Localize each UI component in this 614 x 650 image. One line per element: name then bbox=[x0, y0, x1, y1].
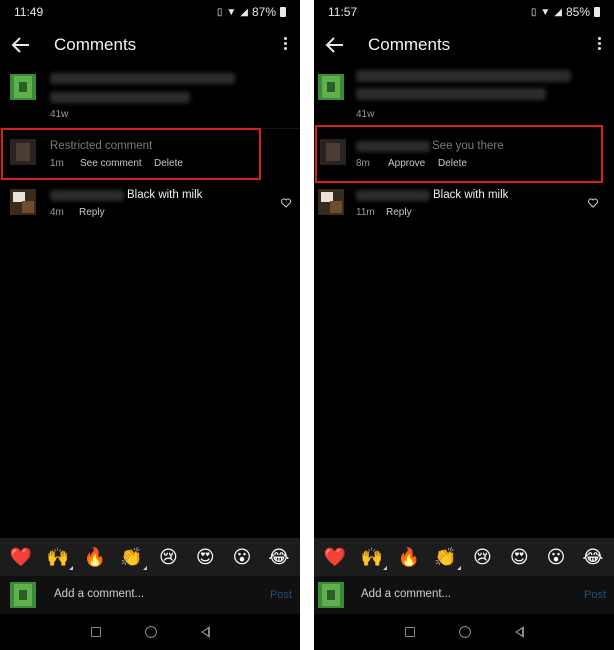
blurred-username bbox=[356, 190, 430, 201]
blurred-text bbox=[50, 92, 190, 103]
delete-button[interactable]: Delete bbox=[438, 158, 467, 169]
phone-screen-right: 11:57 ▯ ▼ ◢ 85% Comments 41w See you the… bbox=[314, 0, 614, 650]
status-icons: ▯ ▼ ◢ 85% bbox=[531, 5, 600, 19]
comment-age: 4m bbox=[50, 207, 64, 218]
blurred-text bbox=[356, 70, 571, 82]
nav-back-icon[interactable] bbox=[200, 626, 210, 638]
emoji-raised-hands[interactable]: 🙌 bbox=[43, 547, 73, 570]
post-button[interactable]: Post bbox=[270, 589, 292, 601]
emoji-clap[interactable]: 👏 bbox=[431, 547, 461, 570]
nav-back-icon[interactable] bbox=[514, 626, 524, 638]
comment-age: 8m bbox=[356, 158, 370, 169]
emoji-surprised[interactable]: 😮 bbox=[541, 548, 571, 566]
blurred-username bbox=[50, 190, 124, 201]
header: Comments bbox=[0, 30, 300, 60]
emoji-heart-eyes[interactable]: 😍 bbox=[190, 548, 220, 566]
emoji-glyph: 🙌 bbox=[46, 547, 70, 567]
home-icon[interactable] bbox=[144, 626, 157, 638]
emoji-heart[interactable]: ❤️ bbox=[6, 548, 36, 566]
avatar[interactable] bbox=[10, 189, 36, 215]
status-time: 11:57 bbox=[328, 5, 358, 19]
blurred-text bbox=[356, 88, 546, 100]
emoji-glyph: 👏 bbox=[120, 547, 143, 567]
approve-button[interactable]: Approve bbox=[388, 158, 425, 169]
comment-composer: Add a comment... Post bbox=[0, 576, 300, 614]
comment-age: 1m bbox=[50, 158, 64, 169]
avatar[interactable] bbox=[318, 189, 344, 215]
comment-composer: Add a comment... Post bbox=[314, 576, 614, 614]
emoji-fire[interactable]: 🔥 bbox=[394, 548, 424, 566]
header: Comments bbox=[314, 30, 614, 60]
emoji-fire[interactable]: 🔥 bbox=[80, 548, 110, 566]
status-icons: ▯ ▼ ◢ 87% bbox=[217, 5, 286, 19]
highlight-box bbox=[1, 128, 261, 180]
page-title: Comments bbox=[368, 35, 451, 54]
heart-icon[interactable] bbox=[281, 198, 291, 208]
recents-icon[interactable] bbox=[90, 627, 101, 637]
vibrate-icon: ▯ bbox=[530, 6, 537, 18]
comment-text: Black with milk bbox=[127, 189, 203, 201]
status-time: 11:49 bbox=[14, 5, 44, 19]
battery-icon bbox=[280, 7, 286, 17]
delete-button[interactable]: Delete bbox=[154, 158, 183, 169]
battery-icon bbox=[594, 7, 600, 17]
avatar[interactable] bbox=[320, 139, 346, 165]
emoji-glyph: 👏 bbox=[434, 547, 457, 567]
post-button[interactable]: Post bbox=[584, 589, 606, 601]
emoji-crying[interactable]: 😢 bbox=[467, 548, 497, 566]
back-arrow-icon[interactable] bbox=[10, 34, 32, 56]
page-title: Comments bbox=[54, 35, 137, 54]
back-arrow-icon[interactable] bbox=[324, 34, 346, 56]
emoji-crying[interactable]: 😢 bbox=[153, 548, 183, 566]
signal-icon: ◢ bbox=[554, 6, 562, 18]
emoji-reaction-bar: ❤️ 🙌 🔥 👏 😢 😍 😮 😂 bbox=[314, 538, 614, 576]
wifi-icon: ▼ bbox=[540, 6, 551, 18]
comment-age: 41w bbox=[50, 109, 69, 120]
phone-screen-left: 11:49 ▯ ▼ ◢ 87% Comments 41w Restricted … bbox=[0, 0, 300, 650]
wifi-icon: ▼ bbox=[226, 6, 237, 18]
heart-icon[interactable] bbox=[588, 198, 598, 208]
home-icon[interactable] bbox=[458, 626, 471, 638]
comment-text: Black with milk bbox=[433, 189, 509, 201]
emoji-surprised[interactable]: 😮 bbox=[227, 548, 257, 566]
emoji-raised-hands[interactable]: 🙌 bbox=[357, 547, 387, 570]
more-options-icon[interactable] bbox=[284, 37, 288, 53]
emoji-clap[interactable]: 👏 bbox=[117, 547, 147, 570]
comment-text: Restricted comment bbox=[50, 140, 153, 152]
comment-age: 41w bbox=[356, 109, 375, 120]
emoji-reaction-bar: ❤️ 🙌 🔥 👏 😢 😍 😮 😂 bbox=[0, 538, 300, 576]
comment-age: 11m bbox=[356, 207, 375, 218]
android-nav-bar bbox=[0, 614, 300, 650]
comment-input[interactable]: Add a comment... bbox=[54, 588, 144, 600]
avatar[interactable] bbox=[318, 74, 344, 100]
avatar[interactable] bbox=[10, 74, 36, 100]
battery-percent: 87% bbox=[251, 5, 276, 19]
emoji-heart[interactable]: ❤️ bbox=[320, 548, 350, 566]
own-avatar bbox=[318, 582, 344, 608]
status-bar: 11:57 ▯ ▼ ◢ 85% bbox=[314, 0, 614, 24]
emoji-laughing[interactable]: 😂 bbox=[264, 548, 294, 566]
more-options-icon[interactable] bbox=[598, 37, 602, 53]
vibrate-icon: ▯ bbox=[216, 6, 223, 18]
emoji-glyph: 🙌 bbox=[360, 547, 384, 567]
signal-icon: ◢ bbox=[240, 6, 248, 18]
comment-input[interactable]: Add a comment... bbox=[361, 588, 451, 600]
blurred-username bbox=[356, 141, 430, 152]
status-bar: 11:49 ▯ ▼ ◢ 87% bbox=[0, 0, 300, 24]
emoji-laughing[interactable]: 😂 bbox=[578, 548, 608, 566]
highlight-box bbox=[315, 125, 603, 183]
android-nav-bar bbox=[314, 614, 614, 650]
reply-button[interactable]: Reply bbox=[79, 207, 105, 218]
reply-button[interactable]: Reply bbox=[386, 207, 412, 218]
own-avatar bbox=[10, 582, 36, 608]
comment-text: See you there bbox=[432, 140, 504, 152]
recents-icon[interactable] bbox=[404, 627, 415, 637]
avatar[interactable] bbox=[10, 139, 36, 165]
see-comment-button[interactable]: See comment bbox=[80, 158, 142, 169]
emoji-heart-eyes[interactable]: 😍 bbox=[504, 548, 534, 566]
blurred-text bbox=[50, 73, 235, 84]
battery-percent: 85% bbox=[565, 5, 590, 19]
